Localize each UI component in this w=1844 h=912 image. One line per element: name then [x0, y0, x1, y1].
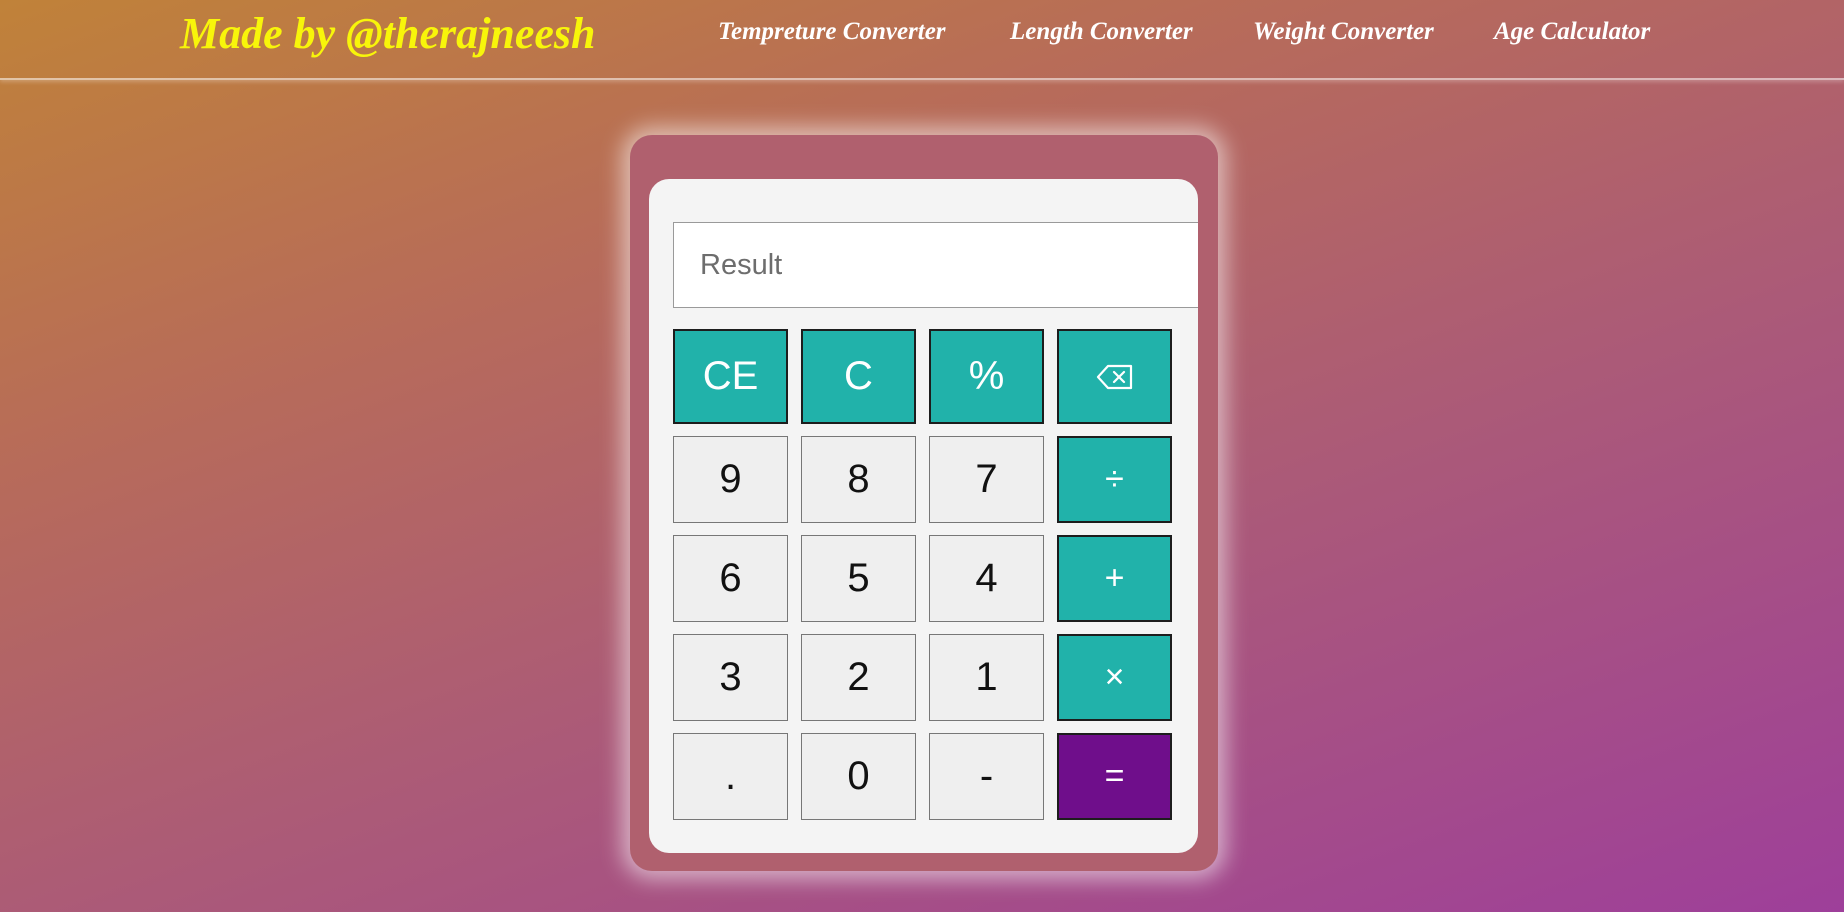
top-navbar: Made by @therajneesh Tempreture Converte… — [0, 0, 1844, 80]
nav-link-length-converter[interactable]: Length Converter — [1010, 18, 1193, 46]
result-input[interactable] — [673, 222, 1198, 308]
subtract-button[interactable]: - — [929, 733, 1044, 820]
nav-link-weight-converter[interactable]: Weight Converter — [1253, 18, 1434, 46]
divide-button[interactable]: ÷ — [1057, 436, 1172, 523]
backspace-icon — [1096, 364, 1132, 389]
clear-button[interactable]: C — [801, 329, 916, 424]
percent-button[interactable]: % — [929, 329, 1044, 424]
digit-0-button[interactable]: 0 — [801, 733, 916, 820]
digit-6-button[interactable]: 6 — [673, 535, 788, 622]
digit-9-button[interactable]: 9 — [673, 436, 788, 523]
backspace-button[interactable] — [1057, 329, 1172, 424]
nav-link-temperature-converter[interactable]: Tempreture Converter — [718, 18, 946, 46]
digit-8-button[interactable]: 8 — [801, 436, 916, 523]
digit-4-button[interactable]: 4 — [929, 535, 1044, 622]
add-button[interactable]: + — [1057, 535, 1172, 622]
digit-5-button[interactable]: 5 — [801, 535, 916, 622]
clear-entry-button[interactable]: CE — [673, 329, 788, 424]
nav-link-age-calculator[interactable]: Age Calculator — [1494, 18, 1650, 46]
decimal-point-button[interactable]: . — [673, 733, 788, 820]
digit-3-button[interactable]: 3 — [673, 634, 788, 721]
multiply-button[interactable]: × — [1057, 634, 1172, 721]
calculator-panel: CE C % 9 8 7 ÷ 6 5 4 + 3 2 1 × . 0 - = — [649, 179, 1198, 853]
digit-2-button[interactable]: 2 — [801, 634, 916, 721]
calculator-frame: CE C % 9 8 7 ÷ 6 5 4 + 3 2 1 × . 0 - = — [630, 135, 1218, 871]
brand-title: Made by @therajneesh — [180, 9, 596, 58]
digit-7-button[interactable]: 7 — [929, 436, 1044, 523]
equals-button[interactable]: = — [1057, 733, 1172, 820]
digit-1-button[interactable]: 1 — [929, 634, 1044, 721]
